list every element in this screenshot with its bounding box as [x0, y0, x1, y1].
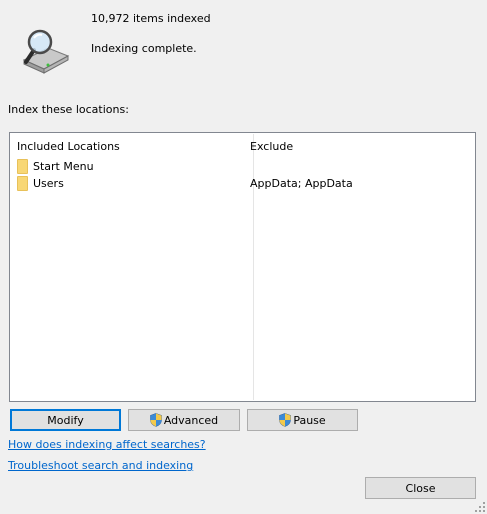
advanced-label: Advanced: [163, 413, 219, 427]
folder-icon: [17, 158, 28, 174]
column-header-exclude: Exclude: [250, 140, 294, 153]
indexed-locations-list[interactable]: Included Locations Exclude Start Menu Us…: [9, 132, 476, 402]
location-name: Users: [33, 176, 64, 190]
list-item[interactable]: Users: [17, 175, 64, 191]
pause-button[interactable]: Pause: [247, 409, 358, 431]
pause-label: Pause: [293, 413, 326, 427]
exclude-value: AppData; AppData: [250, 177, 353, 190]
modify-button[interactable]: Modify: [10, 409, 121, 431]
indexing-status-message: Indexing complete.: [91, 42, 197, 55]
locations-heading: Index these locations:: [8, 103, 129, 116]
troubleshoot-link[interactable]: Troubleshoot search and indexing: [8, 459, 193, 472]
advanced-button[interactable]: Advanced: [128, 409, 240, 431]
close-button[interactable]: Close: [365, 477, 476, 499]
folder-icon: [17, 175, 28, 191]
drive-magnifier-icon: [22, 29, 70, 74]
modify-label: Modify: [47, 413, 84, 427]
resize-grip-icon[interactable]: [475, 502, 485, 512]
list-item[interactable]: Start Menu: [17, 158, 94, 174]
column-header-included: Included Locations: [17, 140, 120, 153]
close-label: Close: [405, 481, 436, 495]
uac-shield-icon: [150, 413, 162, 427]
how-indexing-affects-searches-link[interactable]: How does indexing affect searches?: [8, 438, 206, 451]
uac-shield-icon: [279, 413, 292, 427]
location-name: Start Menu: [33, 159, 94, 173]
items-indexed-count: 10,972 items indexed: [91, 12, 211, 25]
column-divider: [253, 134, 254, 400]
